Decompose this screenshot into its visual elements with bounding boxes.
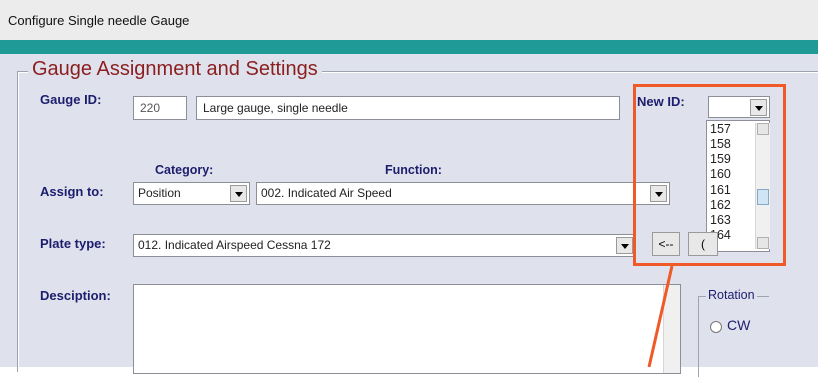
callout-arrow [647,265,674,367]
callout-arrow-line [647,265,674,367]
